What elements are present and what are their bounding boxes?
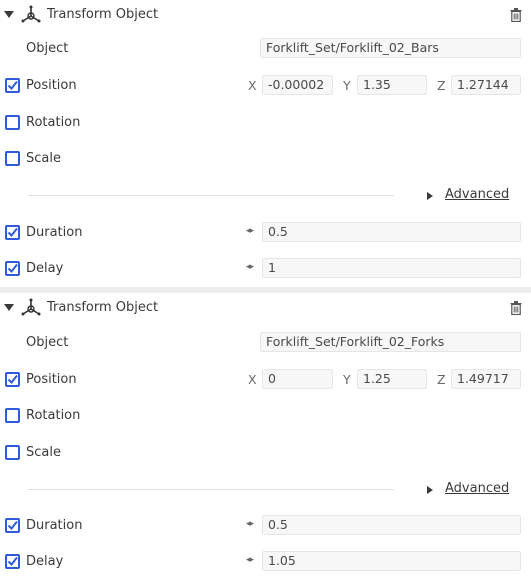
duration-label: Duration (26, 518, 83, 533)
delay-row: Delay ◂▸ 1.05 (0, 548, 531, 576)
z-axis-label: Z (437, 372, 446, 387)
object-row: Object Forklift_Set/Forklift_02_Bars (0, 35, 531, 63)
advanced-toggle[interactable]: Advanced (445, 481, 509, 496)
position-row: Position X -0.00002 Y 1.35 Z 1.27144 (0, 72, 531, 100)
component-header[interactable]: Transform Object (0, 295, 531, 323)
advanced-toggle[interactable]: Advanced (445, 187, 509, 202)
duration-row: Duration ◂▸ 0.5 (0, 219, 531, 247)
component-title: Transform Object (47, 7, 159, 22)
drag-arrows-icon[interactable]: ◂▸ (246, 519, 254, 529)
x-axis-label: X (248, 78, 257, 93)
drag-arrows-icon[interactable]: ◂▸ (246, 555, 254, 565)
delay-field[interactable]: 1.05 (262, 551, 521, 571)
duration-checkbox[interactable] (5, 225, 20, 240)
position-x-field[interactable]: -0.00002 (262, 75, 333, 95)
z-axis-label: Z (437, 78, 446, 93)
collapse-triangle-icon[interactable] (4, 11, 14, 18)
expand-triangle-icon[interactable] (427, 192, 433, 200)
trash-icon[interactable] (510, 301, 522, 315)
delay-checkbox[interactable] (5, 554, 20, 569)
scale-checkbox[interactable] (5, 445, 20, 460)
delay-field[interactable]: 1 (262, 258, 521, 278)
drag-arrows-icon[interactable]: ◂▸ (246, 262, 254, 272)
position-y-field[interactable]: 1.35 (357, 75, 427, 95)
position-label: Position (26, 372, 77, 387)
scale-label: Scale (26, 445, 61, 460)
duration-field[interactable]: 0.5 (262, 515, 521, 535)
scale-checkbox[interactable] (5, 151, 20, 166)
delay-row: Delay ◂▸ 1 (0, 255, 531, 283)
rotation-checkbox[interactable] (5, 408, 20, 423)
rotation-label: Rotation (26, 115, 81, 130)
object-label: Object (26, 335, 69, 350)
y-axis-label: Y (343, 372, 351, 387)
delay-checkbox[interactable] (5, 261, 20, 276)
transform-object-panel: Transform Object Object Forklift_Set/For… (0, 293, 531, 582)
position-row: Position X 0 Y 1.25 Z 1.49717 (0, 366, 531, 394)
delay-label: Delay (26, 554, 64, 569)
rotation-checkbox[interactable] (5, 115, 20, 130)
position-z-field[interactable]: 1.49717 (451, 369, 521, 389)
position-z-field[interactable]: 1.27144 (451, 75, 521, 95)
scale-row: Scale (0, 145, 531, 173)
delay-label: Delay (26, 261, 64, 276)
expand-triangle-icon[interactable] (427, 486, 433, 494)
divider (28, 195, 394, 196)
duration-checkbox[interactable] (5, 518, 20, 533)
rotation-row: Rotation (0, 402, 531, 430)
rotation-label: Rotation (26, 408, 81, 423)
position-y-field[interactable]: 1.25 (357, 369, 427, 389)
rotation-row: Rotation (0, 109, 531, 137)
transform-object-panel: Transform Object Object Forklift_Set/For… (0, 0, 531, 287)
object-row: Object Forklift_Set/Forklift_02_Forks (0, 329, 531, 357)
drag-arrows-icon[interactable]: ◂▸ (246, 226, 254, 236)
transform-gizmo-icon (21, 298, 41, 316)
divider (28, 489, 394, 490)
scale-label: Scale (26, 151, 61, 166)
object-field[interactable]: Forklift_Set/Forklift_02_Bars (260, 38, 521, 58)
x-axis-label: X (248, 372, 257, 387)
duration-label: Duration (26, 225, 83, 240)
transform-gizmo-icon (21, 5, 41, 23)
duration-field[interactable]: 0.5 (262, 222, 521, 242)
position-checkbox[interactable] (5, 372, 20, 387)
trash-icon[interactable] (510, 8, 522, 22)
object-label: Object (26, 41, 69, 56)
scale-row: Scale (0, 439, 531, 467)
component-header[interactable]: Transform Object (0, 2, 531, 30)
position-label: Position (26, 78, 77, 93)
collapse-triangle-icon[interactable] (4, 304, 14, 311)
object-field[interactable]: Forklift_Set/Forklift_02_Forks (260, 332, 521, 352)
position-checkbox[interactable] (5, 78, 20, 93)
position-x-field[interactable]: 0 (262, 369, 333, 389)
duration-row: Duration ◂▸ 0.5 (0, 512, 531, 540)
y-axis-label: Y (343, 78, 351, 93)
component-title: Transform Object (47, 300, 159, 315)
